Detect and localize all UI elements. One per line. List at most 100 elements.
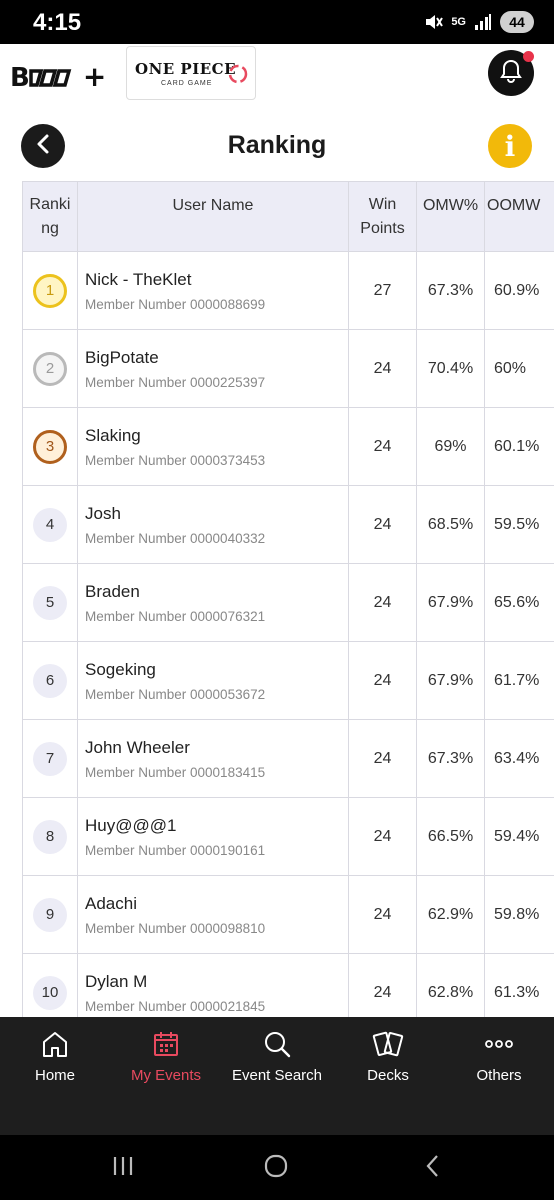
user-cell: Dylan M Member Number 0000021845: [77, 953, 349, 1017]
table-row[interactable]: 5 Braden Member Number 0000076321 24 67.9% 65…: [22, 563, 554, 642]
home-system-button[interactable]: [263, 1154, 289, 1181]
header-win-points[interactable]: Win Points: [348, 181, 417, 252]
oomw-cell: 60.9%: [484, 251, 554, 330]
oomw-cell: 59.4%: [484, 797, 554, 876]
user-cell: Adachi Member Number 0000098810: [77, 875, 349, 954]
header-rank[interactable]: Ranki ng: [22, 181, 78, 252]
user-name[interactable]: Slaking: [85, 426, 348, 446]
header-oomw[interactable]: OOMW: [484, 181, 554, 252]
page-title: Ranking: [227, 131, 327, 159]
back-arrow-icon: [425, 1154, 441, 1183]
table-row[interactable]: 6 Sogeking Member Number 0000053672 24 67.9%…: [22, 641, 554, 720]
member-number: Member Number 0000053672: [85, 686, 266, 702]
rank-badge: 9: [33, 897, 67, 932]
win-points-cell: 24: [348, 953, 417, 1017]
nav-others-label: Others: [476, 1067, 522, 1084]
user-name[interactable]: Adachi: [85, 894, 348, 914]
table-row[interactable]: 1 Nick - TheKlet Member Number 0000088699 2…: [22, 251, 554, 330]
rank-cell: 8: [22, 797, 78, 876]
rank-badge: 4: [33, 507, 67, 542]
omw-cell: 68.5%: [416, 485, 485, 564]
user-name[interactable]: John Wheeler: [85, 738, 348, 758]
user-name[interactable]: Dylan M: [85, 972, 348, 992]
notification-dot: [523, 51, 534, 62]
rank-cell: 9: [22, 875, 78, 954]
omw-cell: 62.8%: [416, 953, 485, 1017]
win-points-cell: 24: [348, 641, 417, 720]
user-cell: Nick - TheKlet Member Number 0000088699: [77, 251, 349, 330]
omw-cell: 62.9%: [416, 875, 485, 954]
user-name[interactable]: Sogeking: [85, 660, 348, 680]
win-points-cell: 24: [348, 797, 417, 876]
header-user-name[interactable]: User Name: [77, 181, 349, 252]
user-cell: BigPotate Member Number 0000225397: [77, 329, 349, 408]
notifications-button[interactable]: [488, 50, 534, 96]
omw-cell: 69%: [416, 407, 485, 486]
rank-badge: 8: [33, 819, 67, 854]
oomw-cell: 65.6%: [484, 563, 554, 642]
nav-others[interactable]: Others: [444, 1017, 554, 1107]
table-row[interactable]: 7 John Wheeler Member Number 0000183415 24 6…: [22, 719, 554, 798]
user-cell: Slaking Member Number 0000373453: [77, 407, 349, 486]
rank-cell: 3: [22, 407, 78, 486]
info-button[interactable]: i: [488, 124, 532, 168]
nav-decks-label: Decks: [367, 1067, 409, 1084]
oomw-cell: 59.8%: [484, 875, 554, 954]
table-row[interactable]: 10 Dylan M Member Number 0000021845 24 62.8%…: [22, 953, 554, 1017]
more-icon: [444, 1029, 554, 1061]
table-row[interactable]: 9 Adachi Member Number 0000098810 24 62.9% 59…: [22, 875, 554, 954]
info-icon: i: [504, 129, 516, 163]
table-row[interactable]: 2 BigPotate Member Number 0000225397 24 70.4…: [22, 329, 554, 408]
win-points-cell: 24: [348, 719, 417, 798]
win-points-cell: 24: [348, 563, 417, 642]
nav-home-label: Home: [34, 1067, 75, 1084]
user-name[interactable]: Braden: [85, 582, 348, 602]
nav-home[interactable]: Home: [0, 1017, 110, 1107]
network-label: 5G: [451, 16, 466, 28]
header-rank-line2: ng: [41, 219, 59, 237]
ranking-table: Ranki ng User Name Win Points OMW% OOMW 1N…: [22, 181, 554, 1017]
user-cell: John Wheeler Member Number 0000183415: [77, 719, 349, 798]
status-time: 4:15: [33, 9, 82, 36]
brand-logo[interactable]: B +: [10, 60, 106, 93]
header-omw[interactable]: OMW%: [416, 181, 485, 252]
nav-decks[interactable]: Decks: [333, 1017, 443, 1107]
user-name[interactable]: Huy@@@1: [85, 816, 348, 836]
table-row[interactable]: 3 Slaking Member Number 0000373453 24 69% 60.…: [22, 407, 554, 486]
member-number: Member Number 0000225397: [85, 374, 266, 390]
table-row[interactable]: 8 Huy@@@1 Member Number 0000190161 24 66.5% 5…: [22, 797, 554, 876]
table-row[interactable]: 4 Josh Member Number 0000040332 24 68.5% 59.5…: [22, 485, 554, 564]
system-nav-bar: [0, 1135, 554, 1200]
table-header-row: Ranki ng User Name Win Points OMW% OOMW: [22, 181, 554, 252]
oomw-cell: 61.3%: [484, 953, 554, 1017]
user-name[interactable]: BigPotate: [85, 348, 348, 368]
one-piece-logo: ONE PIECE CARD GAME: [126, 46, 256, 100]
oomw-cell: 60%: [484, 329, 554, 408]
back-system-button[interactable]: [420, 1154, 446, 1183]
brand-plus: +: [82, 60, 106, 93]
table-body: 1 Nick - TheKlet Member Number 0000088699 2…: [22, 251, 554, 1017]
rank-badge: 2: [33, 351, 67, 386]
user-name[interactable]: Josh: [85, 504, 348, 524]
rank-cell: 10: [22, 953, 78, 1017]
user-cell: Josh Member Number 0000040332: [77, 485, 349, 564]
member-number: Member Number 0000190161: [85, 842, 266, 858]
signal-icon: [474, 13, 492, 31]
rank-badge: 7: [33, 741, 67, 776]
oomw-cell: 59.5%: [484, 485, 554, 564]
bottom-nav: Home My Events Event Search Decks Others: [0, 1017, 554, 1135]
nav-event-search-label: Event Search: [231, 1067, 323, 1084]
win-points-cell: 24: [348, 329, 417, 408]
nav-my-events[interactable]: My Events: [111, 1017, 221, 1107]
mute-icon: [423, 12, 444, 32]
rank-badge: 1: [33, 273, 67, 308]
recent-apps-button[interactable]: [110, 1155, 136, 1181]
user-name[interactable]: Nick - TheKlet: [85, 270, 348, 290]
member-number: Member Number 0000183415: [85, 764, 266, 780]
nav-event-search[interactable]: Event Search: [222, 1017, 332, 1107]
member-number: Member Number 0000373453: [85, 452, 266, 468]
nav-my-events-label: My Events: [130, 1067, 202, 1084]
win-points-cell: 27: [348, 251, 417, 330]
search-icon: [222, 1029, 332, 1061]
ranking-table-container[interactable]: Ranki ng User Name Win Points OMW% OOMW 1N…: [22, 181, 554, 1017]
